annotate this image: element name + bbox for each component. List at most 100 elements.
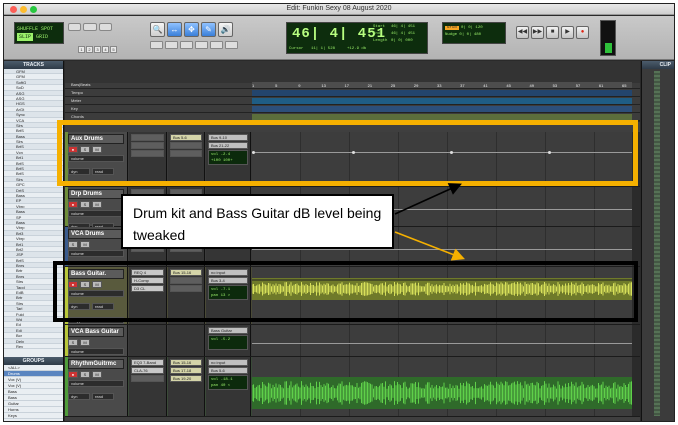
output-selector[interactable]: Bus 5-6 (208, 367, 248, 374)
output-selector[interactable]: Bus 3-4 (208, 277, 248, 284)
send-slot[interactable]: Bus 15-16 (170, 269, 202, 276)
zoom-preset-4[interactable]: 4 (102, 46, 109, 53)
bar-numbers[interactable]: 1 5 9 13 17 21 25 29 33 37 41 45 49 53 57 61 65 (252, 82, 632, 88)
vertical-scrollbar[interactable] (632, 325, 640, 356)
group-list[interactable]: <ALL> Drums Vox (V) Vox (V) Bass Bass Guitar Ho… (4, 365, 63, 421)
track-name[interactable]: Aux Drums (68, 134, 124, 144)
track-name[interactable]: RhythmGuitrmc (68, 359, 124, 369)
volume-automation-line[interactable] (252, 152, 632, 153)
grabber-tool-icon[interactable]: ✥ (184, 22, 199, 37)
ruler-bars-beats[interactable]: Bars|Beats 1 5 9 13 17 21 25 29 33 37 41 45 49 53 57 61… (65, 81, 640, 89)
mute-button[interactable]: M (80, 339, 90, 346)
automation-mode-selector[interactable]: read (92, 393, 114, 400)
start-value[interactable]: 46| 4| 451 (391, 25, 415, 29)
vertical-scrollbar[interactable] (632, 132, 640, 186)
mode-spot[interactable]: SPOT (41, 26, 53, 32)
automation-breakpoint[interactable] (352, 151, 355, 154)
dyn-button[interactable]: dyn (68, 303, 90, 310)
zoom-toggle-button[interactable] (98, 23, 112, 31)
sub-tool-button[interactable] (225, 41, 238, 49)
automation-breakpoint[interactable] (548, 151, 551, 154)
insert-slot[interactable]: REQ 4 (131, 269, 164, 276)
scrubber-tool-icon[interactable]: 🔊 (218, 22, 233, 37)
sub-tool-button[interactable] (180, 41, 193, 49)
track-playlist-lane[interactable] (252, 132, 632, 186)
main-counter[interactable]: 46| 4| 451 Start 46| 4| 451 End 46| 4| 4… (286, 22, 428, 54)
ruler-key[interactable]: Key (65, 105, 640, 113)
send-slot-empty[interactable] (170, 277, 202, 284)
zoom-preset-2[interactable]: 2 (86, 46, 93, 53)
record-arm-button[interactable]: ● (68, 371, 78, 378)
volume-automation-line[interactable] (252, 343, 632, 344)
dyn-button[interactable]: dyn (68, 393, 90, 400)
volume-value[interactable]: vol -5.2 (211, 337, 245, 343)
automation-breakpoint[interactable] (252, 151, 255, 154)
insert-slot-empty[interactable] (131, 134, 164, 141)
pan-value[interactable]: +100 100+ (211, 158, 245, 164)
volume-pan-readout[interactable]: vol -2.4 +100 100+ (208, 150, 248, 165)
insert-slot[interactable]: EQ3 7-Band (131, 359, 164, 366)
track-row[interactable]: Bass Guitar. ● S Mvolume dyn read Polyphonic RE… (65, 267, 640, 325)
mode-slip[interactable]: SLIP (17, 33, 34, 41)
track-name[interactable]: VCA Drums (68, 229, 124, 239)
grid-value[interactable]: 0| 0| 120 (461, 26, 483, 30)
record-button[interactable]: ● (576, 26, 589, 39)
track-playlist-lane[interactable] (252, 267, 632, 324)
track-view-selector[interactable]: volume (68, 250, 124, 257)
grid-nudge-display[interactable]: Grid 0| 0| 120 Nudge 0| 0| 480 (442, 22, 506, 44)
volume-automation-line[interactable] (252, 249, 632, 250)
mute-button[interactable]: M (92, 201, 102, 208)
mode-grid[interactable]: GRID (36, 34, 48, 40)
automation-mode-selector[interactable]: read (92, 303, 114, 310)
insert-slot-empty[interactable] (131, 375, 164, 382)
track-view-selector[interactable]: volume (68, 155, 124, 162)
mute-button[interactable]: M (92, 371, 102, 378)
track-name[interactable]: VCA Bass Guitar (68, 327, 124, 337)
send-slot-empty[interactable] (170, 150, 202, 157)
ruler-chords[interactable]: Chords (65, 113, 640, 121)
send-slot-empty[interactable] (170, 285, 202, 292)
play-button[interactable]: ▶ (561, 26, 574, 39)
vertical-scrollbar[interactable] (632, 227, 640, 266)
insert-slot[interactable]: CLA-76 (131, 367, 164, 374)
stop-button[interactable]: ■ (546, 26, 559, 39)
insert-slot[interactable]: H-Comp (131, 277, 164, 284)
track-playlist-lane[interactable] (252, 325, 632, 356)
sub-tool-button[interactable] (210, 41, 223, 49)
volume-pan-readout[interactable]: vol -5.2 (208, 335, 248, 350)
zoom-toggle-button[interactable] (83, 23, 97, 31)
chords-lane[interactable] (252, 114, 632, 120)
send-slot[interactable]: Bus 17-18 (170, 367, 202, 374)
mute-button[interactable]: M (80, 241, 90, 248)
vertical-scrollbar[interactable] (632, 357, 640, 416)
input-selector[interactable]: no input (208, 269, 248, 276)
insert-slot-empty[interactable] (131, 142, 164, 149)
input-selector[interactable]: Bus 9-10 (208, 134, 248, 141)
end-value[interactable]: 46| 4| 451 (391, 32, 415, 36)
sub-tool-button[interactable] (165, 41, 178, 49)
track-list-item[interactable]: Rev (4, 344, 63, 350)
zoom-preset-3[interactable]: 3 (94, 46, 101, 53)
track-row[interactable]: RhythmGuitrmc ● S Mvolume dyn read EQ3 7-Band C… (65, 357, 640, 417)
automation-mode-selector[interactable]: read (92, 168, 114, 175)
dyn-button[interactable]: dyn (68, 168, 90, 175)
track-row[interactable]: VCA Bass GuitarSMvolumeauto readBass Gui… (65, 325, 640, 368)
solo-button[interactable]: S (80, 371, 90, 378)
clip-list[interactable] (654, 71, 660, 416)
tempo-lane[interactable] (252, 90, 632, 96)
track-list[interactable]: GFM GFM SoftG SoD ASG ASG HGS ArGt Sync VCA Slrs Br… (4, 69, 63, 357)
zoom-toggle-button[interactable] (68, 23, 82, 31)
zoom-preset-1[interactable]: 1 (78, 46, 85, 53)
solo-button[interactable]: S (68, 241, 78, 248)
track-name[interactable]: Bass Guitar. (68, 269, 124, 279)
fast-forward-button[interactable]: ▶▶ (531, 26, 544, 39)
zoom-preset-5[interactable]: 5 (110, 46, 117, 53)
track-view-selector[interactable]: volume (68, 380, 124, 387)
solo-button[interactable]: S (80, 281, 90, 288)
solo-button[interactable]: S (68, 339, 78, 346)
key-lane[interactable] (252, 106, 632, 112)
pan-value[interactable]: pan 13 > (211, 293, 245, 299)
pan-value[interactable]: pan 40 < (211, 383, 245, 389)
main-counter-value[interactable]: 46| 4| 451 (292, 26, 386, 42)
send-slot[interactable]: Bus 15-16 (170, 359, 202, 366)
